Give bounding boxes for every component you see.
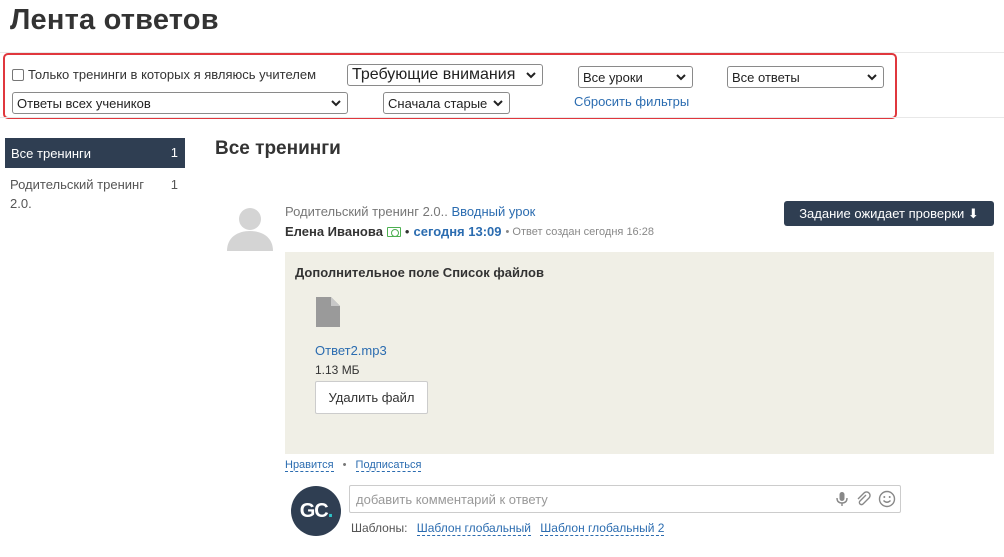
answer-actions: Нравится • Подписаться xyxy=(285,459,422,472)
templates-label: Шаблоны: xyxy=(351,521,408,535)
lesson-link[interactable]: Вводный урок xyxy=(452,204,536,219)
file-icon[interactable] xyxy=(316,297,340,327)
status-select[interactable]: Требующие внимания xyxy=(347,64,543,86)
only-teacher-checkbox[interactable]: Только тренинги в которых я являюсь учит… xyxy=(12,67,316,82)
status-select-value: Требующие внимания xyxy=(352,66,516,83)
students-select[interactable]: Ответы всех учеников xyxy=(12,92,348,114)
lessons-select-value: Все уроки xyxy=(583,69,643,85)
answer-content: Дополнительное поле Список файлов Ответ2… xyxy=(285,252,994,454)
comment-placeholder: добавить комментарий к ответу xyxy=(356,491,548,507)
user-avatar-icon[interactable] xyxy=(226,203,274,251)
chevron-down-icon xyxy=(526,72,536,79)
filters-panel: Только тренинги в которых я являюсь учит… xyxy=(3,53,897,119)
template-link[interactable]: Шаблон глобальный 2 xyxy=(540,521,665,536)
microphone-icon[interactable] xyxy=(834,491,850,507)
sidebar-item-parent-training[interactable]: Родительский тренинг 2.0. 1 xyxy=(10,175,180,213)
paperclip-icon[interactable] xyxy=(855,491,871,507)
answer-meta: Елена Иванова • сегодня 13:09 • Ответ со… xyxy=(285,224,654,239)
answer-time[interactable]: сегодня 13:09 xyxy=(413,224,501,239)
checkbox-box[interactable] xyxy=(12,68,24,81)
file-link[interactable]: Ответ2.mp3 xyxy=(315,343,387,358)
cash-icon xyxy=(386,226,401,237)
section-title: Все тренинги xyxy=(215,138,341,159)
answer-created: • Ответ создан сегодня 16:28 xyxy=(505,225,654,238)
like-link[interactable]: Нравится xyxy=(285,459,334,472)
order-select[interactable]: Сначала старые xyxy=(383,92,510,114)
comment-input[interactable]: добавить комментарий к ответу xyxy=(349,485,901,513)
sidebar-item-count: 1 xyxy=(170,145,178,160)
file-size: 1.13 МБ xyxy=(315,363,360,377)
author-name[interactable]: Елена Иванова xyxy=(285,224,383,239)
avatar-dot: . xyxy=(327,499,333,522)
sidebar-item-label: Все тренинги xyxy=(11,145,92,161)
chevron-down-icon xyxy=(331,100,341,107)
templates-row: Шаблоны: Шаблон глобальный Шаблон глобал… xyxy=(351,521,665,536)
subscribe-link[interactable]: Подписаться xyxy=(355,459,422,472)
meta-separator: • xyxy=(404,224,410,239)
students-select-value: Ответы всех учеников xyxy=(17,95,151,111)
reset-filters-link[interactable]: Сбросить фильтры xyxy=(574,94,689,109)
sidebar-item-label: Родительский тренинг 2.0. xyxy=(10,177,144,211)
order-select-value: Сначала старые xyxy=(388,95,488,111)
chevron-down-icon xyxy=(867,74,877,81)
delete-file-button[interactable]: Удалить файл xyxy=(315,381,428,414)
actions-separator: • xyxy=(342,459,347,471)
divider xyxy=(0,117,1004,118)
template-link[interactable]: Шаблон глобальный xyxy=(416,521,531,536)
chevron-down-icon xyxy=(493,100,503,107)
commenter-avatar: GC. xyxy=(291,486,341,536)
answers-select-value: Все ответы xyxy=(732,69,800,85)
sidebar-item-count: 1 xyxy=(170,177,178,192)
answer-breadcrumb: Родительский тренинг 2.0.. Вводный урок xyxy=(285,204,535,219)
smile-icon[interactable] xyxy=(878,490,896,508)
avatar-text: GC xyxy=(299,499,329,522)
training-name: Родительский тренинг 2.0.. xyxy=(285,204,448,219)
only-teacher-label: Только тренинги в которых я являюсь учит… xyxy=(28,67,317,82)
sidebar-item-all-trainings[interactable]: Все тренинги 1 xyxy=(5,138,185,168)
status-button[interactable]: Задание ожидает проверки ⬇ xyxy=(784,201,994,226)
chevron-down-icon xyxy=(676,74,686,81)
field-title: Дополнительное поле Список файлов xyxy=(295,265,544,280)
lessons-select[interactable]: Все уроки xyxy=(578,66,693,88)
answers-select[interactable]: Все ответы xyxy=(727,66,884,88)
page-title: Лента ответов xyxy=(10,4,219,36)
